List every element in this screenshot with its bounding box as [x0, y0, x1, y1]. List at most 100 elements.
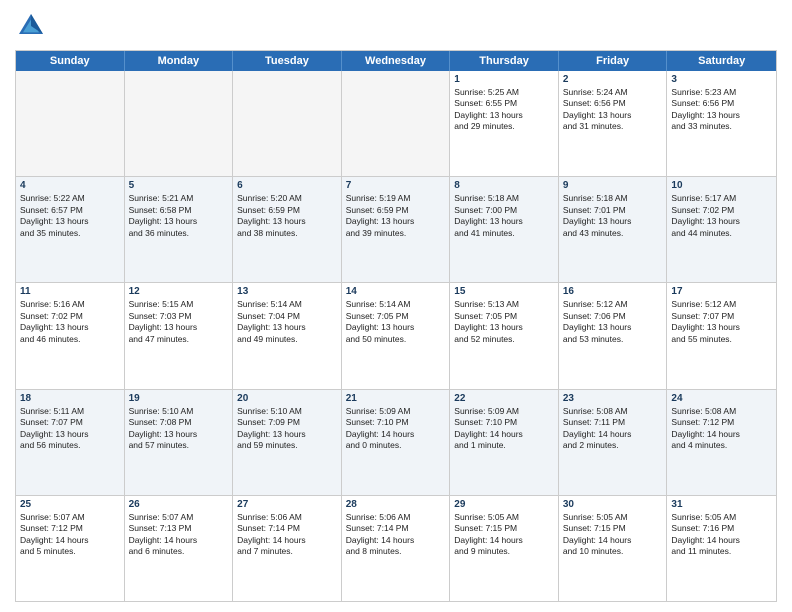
logo-icon	[15, 10, 47, 42]
calendar-cell-4: 4 Sunrise: 5:22 AMSunset: 6:57 PMDaylight…	[16, 177, 125, 282]
day-number: 5	[129, 180, 229, 191]
cell-text: Sunrise: 5:10 AMSunset: 7:08 PMDaylight:…	[129, 406, 229, 452]
calendar-cell-9: 9 Sunrise: 5:18 AMSunset: 7:01 PMDaylight…	[559, 177, 668, 282]
calendar-cell-empty	[233, 71, 342, 176]
calendar-cell-14: 14 Sunrise: 5:14 AMSunset: 7:05 PMDayligh…	[342, 283, 451, 388]
cell-text: Sunrise: 5:21 AMSunset: 6:58 PMDaylight:…	[129, 193, 229, 239]
day-number: 23	[563, 393, 663, 404]
day-number: 3	[671, 74, 772, 85]
cell-text: Sunrise: 5:07 AMSunset: 7:12 PMDaylight:…	[20, 512, 120, 558]
day-number: 18	[20, 393, 120, 404]
cell-text: Sunrise: 5:13 AMSunset: 7:05 PMDaylight:…	[454, 299, 554, 345]
day-number: 21	[346, 393, 446, 404]
day-header-monday: Monday	[125, 51, 234, 71]
calendar-cell-23: 23 Sunrise: 5:08 AMSunset: 7:11 PMDayligh…	[559, 390, 668, 495]
calendar-cell-19: 19 Sunrise: 5:10 AMSunset: 7:08 PMDayligh…	[125, 390, 234, 495]
calendar-body: 1 Sunrise: 5:25 AMSunset: 6:55 PMDaylight…	[16, 71, 776, 601]
calendar-row-1: 1 Sunrise: 5:25 AMSunset: 6:55 PMDaylight…	[16, 71, 776, 177]
calendar-header: SundayMondayTuesdayWednesdayThursdayFrid…	[16, 51, 776, 71]
header	[15, 10, 777, 42]
calendar-cell-12: 12Sunrise: 5:15 AMSunset: 7:03 PMDayligh…	[125, 283, 234, 388]
day-number: 26	[129, 499, 229, 510]
day-number: 1	[454, 74, 554, 85]
calendar-cell-1: 1 Sunrise: 5:25 AMSunset: 6:55 PMDaylight…	[450, 71, 559, 176]
calendar-cell-24: 24 Sunrise: 5:08 AMSunset: 7:12 PMDayligh…	[667, 390, 776, 495]
calendar-cell-17: 17 Sunrise: 5:12 AMSunset: 7:07 PMDayligh…	[667, 283, 776, 388]
calendar-cell-27: 27Sunrise: 5:06 AMSunset: 7:14 PMDayligh…	[233, 496, 342, 601]
cell-text: Sunrise: 5:23 AMSunset: 6:56 PMDaylight:…	[671, 87, 772, 133]
cell-text: Sunrise: 5:08 AMSunset: 7:11 PMDaylight:…	[563, 406, 663, 452]
cell-text: Sunrise: 5:12 AMSunset: 7:07 PMDaylight:…	[671, 299, 772, 345]
page: SundayMondayTuesdayWednesdayThursdayFrid…	[0, 0, 792, 612]
calendar-cell-6: 6 Sunrise: 5:20 AMSunset: 6:59 PMDaylight…	[233, 177, 342, 282]
calendar-cell-3: 3 Sunrise: 5:23 AMSunset: 6:56 PMDaylight…	[667, 71, 776, 176]
day-number: 6	[237, 180, 337, 191]
cell-text: Sunrise: 5:06 AMSunset: 7:14 PMDaylight:…	[346, 512, 446, 558]
day-number: 27	[237, 499, 337, 510]
day-number: 22	[454, 393, 554, 404]
day-header-thursday: Thursday	[450, 51, 559, 71]
cell-text: Sunrise: 5:18 AMSunset: 7:01 PMDaylight:…	[563, 193, 663, 239]
calendar-cell-2: 2 Sunrise: 5:24 AMSunset: 6:56 PMDaylight…	[559, 71, 668, 176]
day-number: 17	[671, 286, 772, 297]
cell-text: Sunrise: 5:09 AMSunset: 7:10 PMDaylight:…	[346, 406, 446, 452]
cell-text: Sunrise: 5:05 AMSunset: 7:15 PMDaylight:…	[563, 512, 663, 558]
cell-text: Sunrise: 5:05 AMSunset: 7:15 PMDaylight:…	[454, 512, 554, 558]
cell-text: Sunrise: 5:10 AMSunset: 7:09 PMDaylight:…	[237, 406, 337, 452]
day-number: 11	[20, 286, 120, 297]
calendar-cell-empty	[125, 71, 234, 176]
day-number: 28	[346, 499, 446, 510]
day-number: 9	[563, 180, 663, 191]
calendar-cell-25: 25 Sunrise: 5:07 AMSunset: 7:12 PMDayligh…	[16, 496, 125, 601]
day-number: 20	[237, 393, 337, 404]
calendar-row-5: 25 Sunrise: 5:07 AMSunset: 7:12 PMDayligh…	[16, 496, 776, 601]
calendar-cell-11: 11 Sunrise: 5:16 AMSunset: 7:02 PMDayligh…	[16, 283, 125, 388]
day-number: 25	[20, 499, 120, 510]
day-number: 16	[563, 286, 663, 297]
cell-text: Sunrise: 5:25 AMSunset: 6:55 PMDaylight:…	[454, 87, 554, 133]
day-number: 4	[20, 180, 120, 191]
cell-text: Sunrise: 5:15 AMSunset: 7:03 PMDaylight:…	[129, 299, 229, 345]
calendar-cell-15: 15 Sunrise: 5:13 AMSunset: 7:05 PMDayligh…	[450, 283, 559, 388]
calendar-cell-31: 31Sunrise: 5:05 AMSunset: 7:16 PMDayligh…	[667, 496, 776, 601]
cell-text: Sunrise: 5:20 AMSunset: 6:59 PMDaylight:…	[237, 193, 337, 239]
day-header-sunday: Sunday	[16, 51, 125, 71]
day-header-wednesday: Wednesday	[342, 51, 451, 71]
calendar-cell-7: 7Sunrise: 5:19 AMSunset: 6:59 PMDaylight…	[342, 177, 451, 282]
calendar-row-3: 11 Sunrise: 5:16 AMSunset: 7:02 PMDayligh…	[16, 283, 776, 389]
calendar-cell-22: 22 Sunrise: 5:09 AMSunset: 7:10 PMDayligh…	[450, 390, 559, 495]
day-number: 29	[454, 499, 554, 510]
day-number: 24	[671, 393, 772, 404]
cell-text: Sunrise: 5:11 AMSunset: 7:07 PMDaylight:…	[20, 406, 120, 452]
day-number: 2	[563, 74, 663, 85]
cell-text: Sunrise: 5:12 AMSunset: 7:06 PMDaylight:…	[563, 299, 663, 345]
day-number: 14	[346, 286, 446, 297]
calendar-cell-29: 29 Sunrise: 5:05 AMSunset: 7:15 PMDayligh…	[450, 496, 559, 601]
calendar-cell-28: 28 Sunrise: 5:06 AMSunset: 7:14 PMDayligh…	[342, 496, 451, 601]
cell-text: Sunrise: 5:14 AMSunset: 7:04 PMDaylight:…	[237, 299, 337, 345]
calendar-cell-empty	[16, 71, 125, 176]
cell-text: Sunrise: 5:24 AMSunset: 6:56 PMDaylight:…	[563, 87, 663, 133]
cell-text: Sunrise: 5:16 AMSunset: 7:02 PMDaylight:…	[20, 299, 120, 345]
calendar-cell-20: 20 Sunrise: 5:10 AMSunset: 7:09 PMDayligh…	[233, 390, 342, 495]
day-number: 10	[671, 180, 772, 191]
day-number: 19	[129, 393, 229, 404]
calendar-cell-26: 26 Sunrise: 5:07 AMSunset: 7:13 PMDayligh…	[125, 496, 234, 601]
cell-text: Sunrise: 5:09 AMSunset: 7:10 PMDaylight:…	[454, 406, 554, 452]
day-number: 15	[454, 286, 554, 297]
day-header-tuesday: Tuesday	[233, 51, 342, 71]
calendar-cell-5: 5 Sunrise: 5:21 AMSunset: 6:58 PMDaylight…	[125, 177, 234, 282]
calendar-cell-30: 30Sunrise: 5:05 AMSunset: 7:15 PMDayligh…	[559, 496, 668, 601]
day-header-friday: Friday	[559, 51, 668, 71]
calendar-cell-8: 8 Sunrise: 5:18 AMSunset: 7:00 PMDaylight…	[450, 177, 559, 282]
cell-text: Sunrise: 5:14 AMSunset: 7:05 PMDaylight:…	[346, 299, 446, 345]
calendar-cell-21: 21 Sunrise: 5:09 AMSunset: 7:10 PMDayligh…	[342, 390, 451, 495]
calendar-cell-empty	[342, 71, 451, 176]
cell-text: Sunrise: 5:18 AMSunset: 7:00 PMDaylight:…	[454, 193, 554, 239]
calendar: SundayMondayTuesdayWednesdayThursdayFrid…	[15, 50, 777, 602]
cell-text: Sunrise: 5:07 AMSunset: 7:13 PMDaylight:…	[129, 512, 229, 558]
day-number: 8	[454, 180, 554, 191]
cell-text: Sunrise: 5:08 AMSunset: 7:12 PMDaylight:…	[671, 406, 772, 452]
cell-text: Sunrise: 5:22 AMSunset: 6:57 PMDaylight:…	[20, 193, 120, 239]
cell-text: Sunrise: 5:17 AMSunset: 7:02 PMDaylight:…	[671, 193, 772, 239]
